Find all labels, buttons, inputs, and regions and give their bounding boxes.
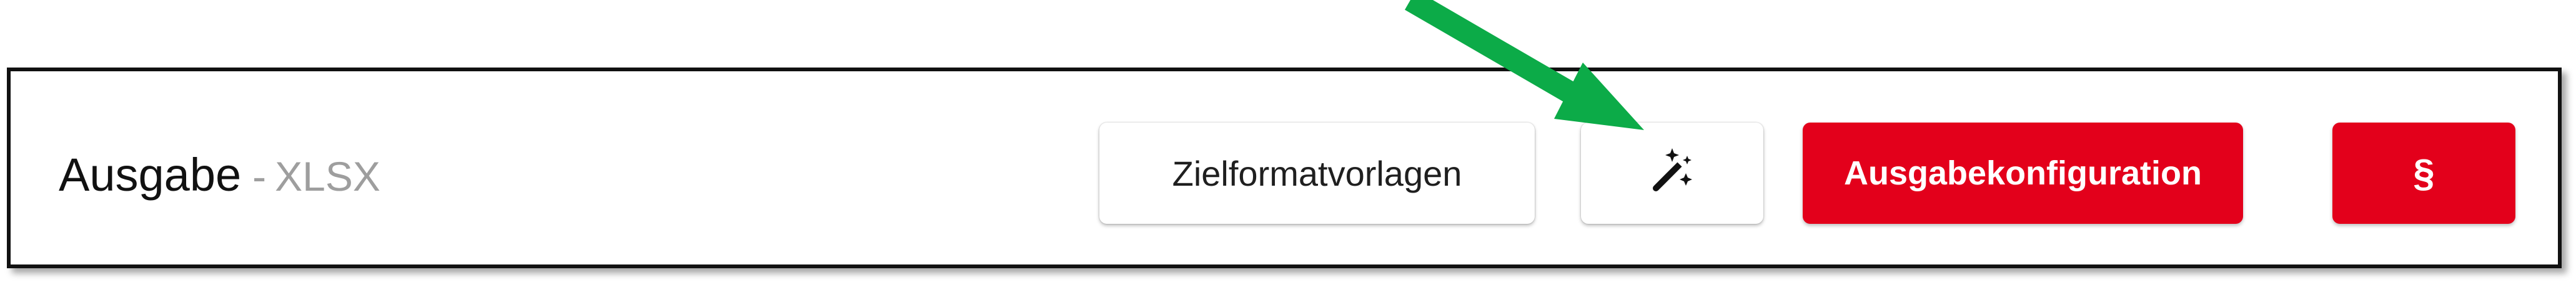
output-configuration-button[interactable]: Ausgabekonfiguration: [1803, 123, 2243, 224]
output-toolbar: Ausgabe - XLSX Zielformatvorlagen Ausgab…: [7, 68, 2562, 268]
magic-wand-icon: [1647, 144, 1697, 203]
output-configuration-label: Ausgabekonfiguration: [1843, 154, 2202, 192]
legal-section-button[interactable]: §: [2332, 123, 2515, 224]
magic-wand-button[interactable]: [1581, 123, 1763, 224]
legal-section-label: §: [2413, 151, 2435, 195]
output-heading: Ausgabe - XLSX: [59, 148, 380, 201]
title-separator: -: [252, 153, 267, 199]
page-title: Ausgabe: [59, 149, 242, 201]
target-format-templates-button[interactable]: Zielformatvorlagen: [1099, 123, 1535, 224]
screenshot-stage: Ausgabe - XLSX Zielformatvorlagen Ausgab…: [0, 0, 2576, 287]
target-format-templates-label: Zielformatvorlagen: [1172, 153, 1462, 193]
output-format-label: XLSX: [275, 153, 380, 199]
